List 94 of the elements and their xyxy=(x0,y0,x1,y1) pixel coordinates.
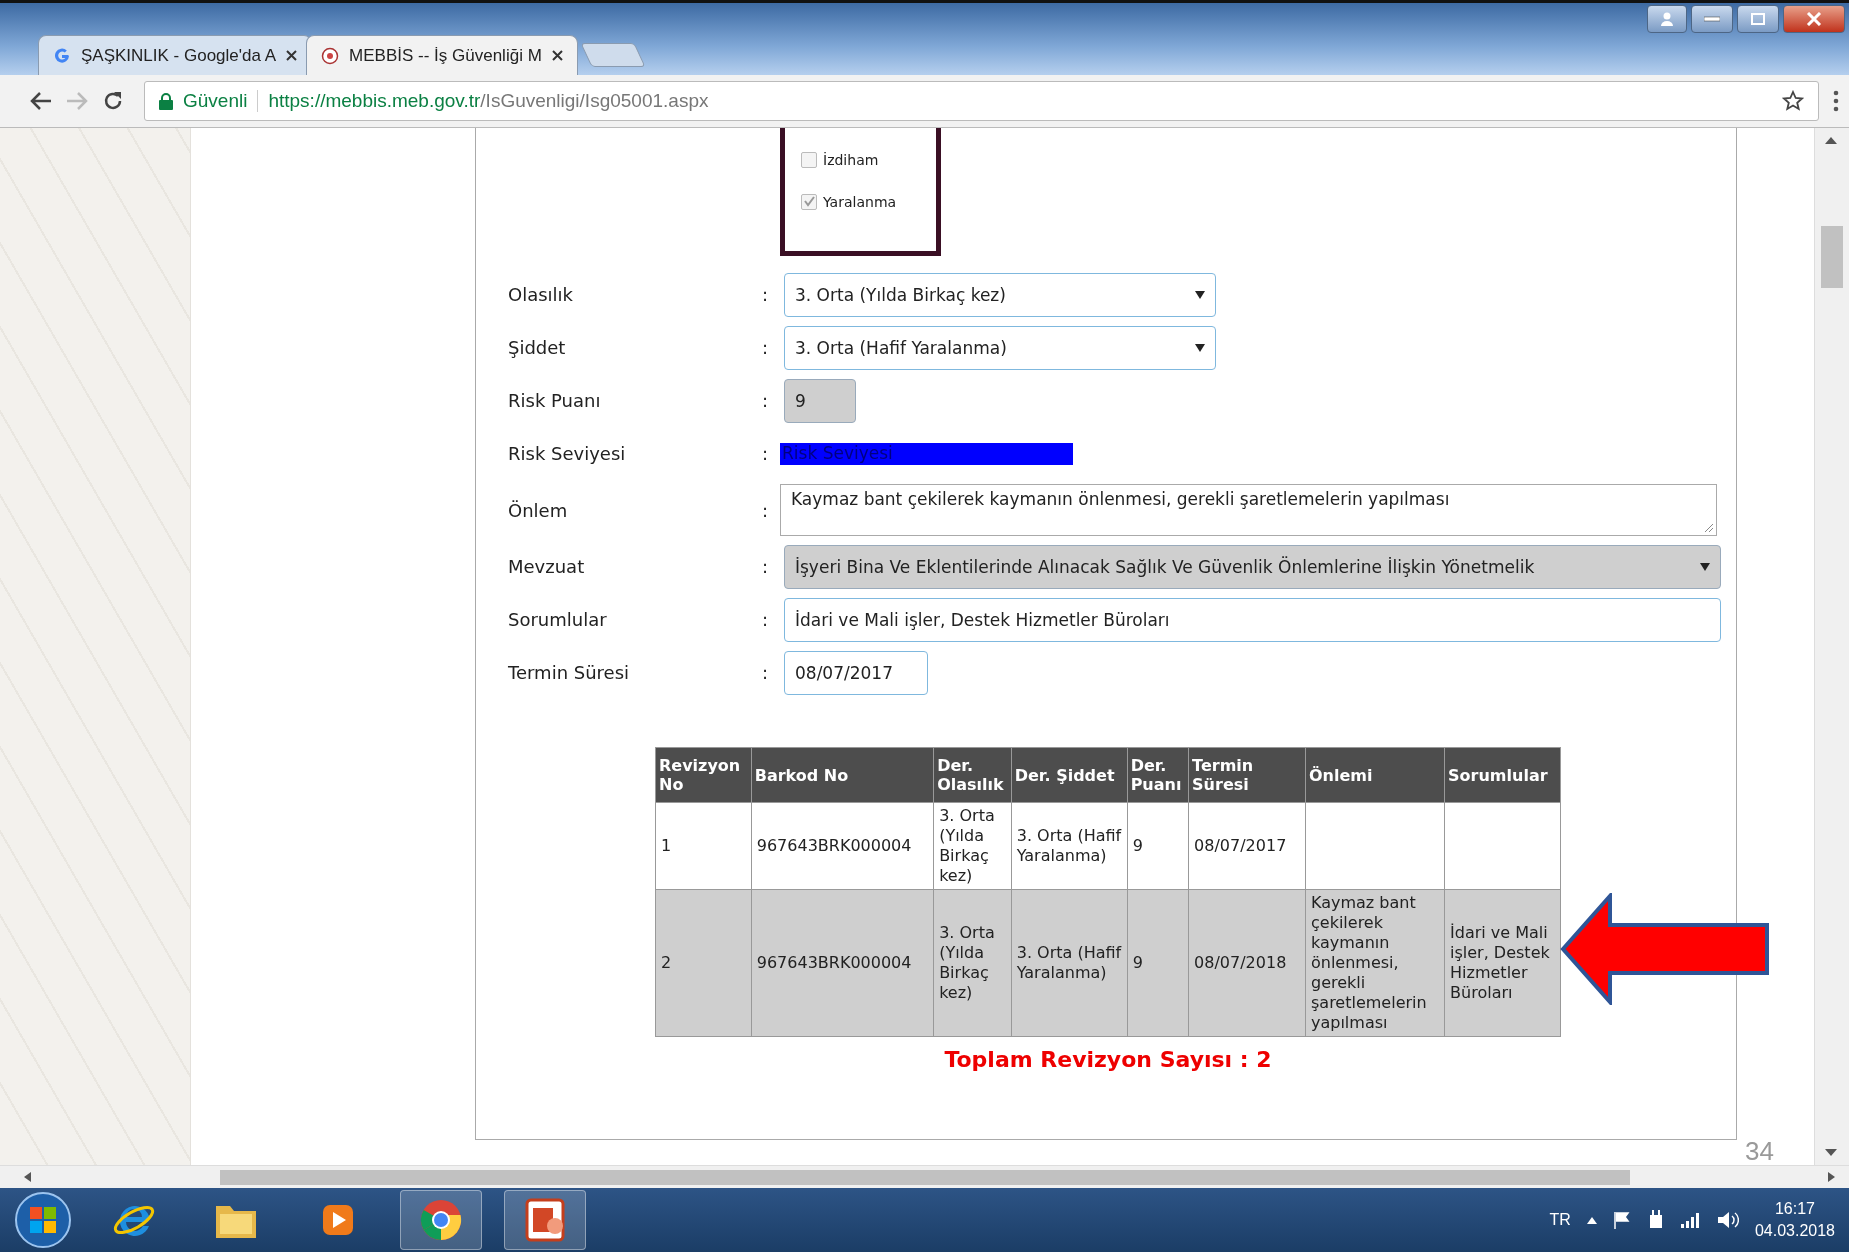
language-indicator[interactable]: TR xyxy=(1549,1211,1571,1229)
table-cell-text: İdari ve Mali işler, Destek Hizmetler Büroları xyxy=(1450,923,1550,1002)
reload-icon[interactable] xyxy=(102,90,124,112)
colon-separator: : xyxy=(762,443,770,464)
column-header: Termin Süresi xyxy=(1188,747,1306,803)
checkmark-icon xyxy=(803,195,815,207)
table-cell-text: 1 xyxy=(661,836,672,855)
table-cell-text: 9 xyxy=(1132,836,1143,855)
powerpoint-icon[interactable] xyxy=(504,1190,586,1250)
show-hidden-icons-icon[interactable] xyxy=(1586,1216,1597,1224)
field-label: Mevzuat xyxy=(508,556,586,577)
url-text: https://mebbis.meb.gov.tr/IsGuvenligi/Isg05001.aspx xyxy=(268,90,709,112)
table-cell-text: 3. Orta (Yılda Birkaç kez) xyxy=(939,806,995,885)
scroll-down-icon[interactable] xyxy=(1825,1149,1837,1157)
minimize-button[interactable] xyxy=(1691,5,1733,33)
colon-separator: : xyxy=(762,556,770,577)
caret-icon xyxy=(1195,343,1205,352)
scrollbar-thumb[interactable] xyxy=(220,1170,1630,1185)
dropdown[interactable]: 3. Orta (Yılda Birkaç kez) xyxy=(784,272,1216,317)
field-label: Önlem xyxy=(508,499,569,521)
column-header: Der. Puanı xyxy=(1127,747,1189,803)
table-cell-text: 08/07/2017 xyxy=(1194,836,1287,855)
dropdown[interactable]: 3. Orta (Hafif Yaralanma) xyxy=(784,325,1216,370)
field-label: Risk Seviyesi xyxy=(508,443,627,464)
minimize-icon xyxy=(1704,16,1720,22)
column-header: Önlemi xyxy=(1305,747,1445,803)
colon-separator: : xyxy=(762,662,770,683)
time-text: 16:17 xyxy=(1774,1199,1815,1219)
total-revisions-text: Toplam Revizyon Sayısı : 2 xyxy=(943,1047,1273,1072)
colon-separator: : xyxy=(762,284,770,305)
scroll-left-icon[interactable] xyxy=(24,1172,31,1182)
person-icon xyxy=(1659,11,1675,27)
colon-separator: : xyxy=(762,390,770,411)
start-button[interactable] xyxy=(14,1191,72,1249)
column-header: Revizyon No xyxy=(655,747,752,803)
colon-separator: : xyxy=(762,499,770,521)
field-label: Olasılık xyxy=(508,284,574,305)
address-bar[interactable]: Güvenli https://mebbis.meb.gov.tr/IsGuvenligi/Isg05001.aspx xyxy=(144,81,1819,121)
scroll-up-icon[interactable] xyxy=(1825,136,1837,144)
clock[interactable]: 16:17 04.03.2018 xyxy=(1754,1198,1835,1242)
back-icon[interactable] xyxy=(30,91,52,111)
chrome-icon[interactable] xyxy=(400,1190,482,1250)
field-label: Termin Süresi xyxy=(508,662,631,683)
security-label: Güvenli xyxy=(183,90,248,112)
g-logo-icon xyxy=(53,46,71,65)
input-field[interactable]: İdari ve Mali işler, Destek Hizmetler Büroları xyxy=(784,597,1721,642)
caret-icon xyxy=(1195,290,1205,299)
close-icon[interactable] xyxy=(286,50,298,61)
table-cell-text: Kaymaz bant çekilerek kaymanın önlenmesi, gerekli şaretlemelerin yapılması xyxy=(1311,893,1427,1032)
input-field[interactable]: 08/07/2017 xyxy=(784,650,928,695)
field-label: Risk Puanı xyxy=(508,390,602,411)
emblem-icon xyxy=(321,46,340,65)
menu-icon[interactable] xyxy=(1833,90,1839,112)
scrollbar-thumb[interactable] xyxy=(1821,226,1843,288)
signal-bars-icon[interactable] xyxy=(1680,1212,1701,1228)
speaker-icon[interactable] xyxy=(1716,1211,1739,1229)
field-label: Sorumlular xyxy=(508,609,608,630)
checkbox-label: İzdiham xyxy=(823,152,879,168)
table-cell-text: 2 xyxy=(661,953,672,972)
table-cell-text: 967643BRK000004 xyxy=(756,836,912,855)
risk-level-indicator: Risk Seviyesi xyxy=(780,442,1073,465)
bookmark-star-icon[interactable] xyxy=(1782,90,1804,112)
profile-button[interactable] xyxy=(1647,5,1687,33)
table-cell-text: 3. Orta (Yılda Birkaç kez) xyxy=(939,923,995,1002)
field-label: Şiddet xyxy=(508,337,567,358)
column-header: Barkod No xyxy=(751,747,934,803)
maximize-button[interactable] xyxy=(1737,5,1779,33)
column-header: Sorumlular xyxy=(1444,747,1561,803)
vertical-scrollbar[interactable] xyxy=(1814,128,1849,1165)
browser-tab[interactable]: MEBBİS -- İş Güvenliği M xyxy=(306,35,578,75)
resize-grip-icon[interactable] xyxy=(1704,523,1714,533)
checkbox-label: Yaralanma xyxy=(823,194,897,210)
column-header: Der. Olasılık xyxy=(933,747,1012,803)
close-icon[interactable] xyxy=(551,50,563,61)
slide-number: 34 xyxy=(1745,1136,1774,1167)
close-icon xyxy=(1806,12,1822,26)
table-cell-text: 3. Orta (Hafif Yaralanma) xyxy=(1016,943,1122,982)
colon-separator: : xyxy=(762,609,770,630)
flag-icon[interactable] xyxy=(1612,1211,1631,1229)
table-cell-text: 08/07/2018 xyxy=(1194,953,1287,972)
checkbox[interactable] xyxy=(801,152,817,168)
lock-icon xyxy=(159,92,173,110)
close-button[interactable] xyxy=(1783,5,1845,33)
caret-icon xyxy=(1700,562,1710,571)
table-cell-text: 3. Orta (Hafif Yaralanma) xyxy=(1016,826,1122,865)
column-header: Der. Şiddet xyxy=(1011,747,1128,803)
date-text: 04.03.2018 xyxy=(1754,1221,1835,1241)
maximize-icon xyxy=(1751,13,1765,25)
checkbox[interactable] xyxy=(801,194,817,210)
table-cell-text: 967643BRK000004 xyxy=(756,953,912,972)
table-cell-text: 9 xyxy=(1132,953,1143,972)
scroll-right-icon[interactable] xyxy=(1828,1172,1835,1182)
colon-separator: : xyxy=(762,337,770,358)
text-area[interactable]: Kaymaz bant çekilerek kaymanın önlenmesi, gerekli şaretlemelerin yapılması xyxy=(780,484,1717,536)
